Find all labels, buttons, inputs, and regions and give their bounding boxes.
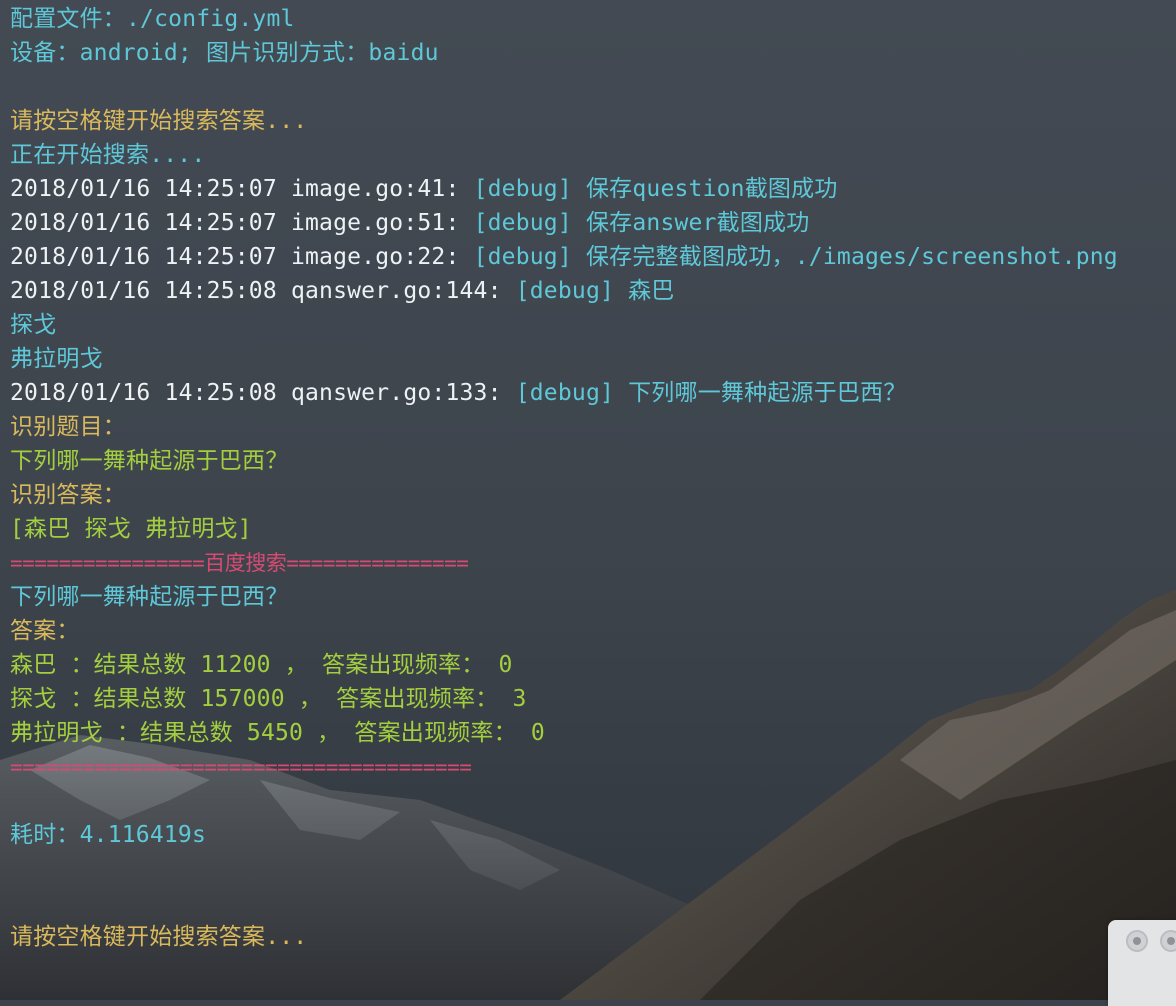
result-row: 森巴 ：结果总数 11200 ， 答案出现频率： 0	[10, 652, 513, 678]
log-line: 2018/01/16 14:25:08 qanswer.go:144: [deb…	[10, 274, 1170, 308]
log-tag: [debug]	[473, 210, 572, 236]
recognized-answers-label: 识别答案：	[10, 482, 126, 508]
footer-rule: ======================================	[10, 755, 472, 779]
log-message: 保存question截图成功	[571, 176, 838, 202]
result-row: 弗拉明戈 ：结果总数 5450 ， 答案出现频率： 0	[10, 720, 545, 746]
log-line: 2018/01/16 14:25:07 image.go:22: [debug]…	[10, 240, 1170, 274]
log-prefix: 2018/01/16 14:25:07 image.go:41:	[10, 176, 474, 202]
searching-line: 正在开始搜索....	[10, 142, 206, 168]
log-prefix: 2018/01/16 14:25:08 qanswer.go:133:	[10, 380, 516, 406]
log-tag: [debug]	[473, 244, 572, 270]
log-line: 2018/01/16 14:25:07 image.go:41: [debug]…	[10, 172, 1170, 206]
log-message: 下列哪一舞种起源于巴西？	[614, 380, 907, 406]
elapsed-time: 耗时：4.116419s	[10, 822, 207, 848]
prompt-line: 请按空格键开始搜索答案...	[10, 924, 308, 950]
device-line: 设备：android; 图片识别方式：baidu	[10, 40, 439, 66]
baidu-search-header: ================百度搜索===============	[10, 551, 469, 575]
option-line: 弗拉明戈	[10, 346, 103, 372]
recognized-answers: [森巴 探戈 弗拉明戈]	[10, 516, 252, 542]
log-message: 森巴	[614, 278, 675, 304]
log-tag: [debug]	[473, 176, 572, 202]
search-question: 下列哪一舞种起源于巴西？	[10, 584, 289, 610]
record-icon[interactable]	[1126, 930, 1148, 952]
stop-icon[interactable]	[1160, 930, 1176, 952]
recognized-question-label: 识别题目：	[10, 414, 126, 440]
log-line: 2018/01/16 14:25:07 image.go:51: [debug]…	[10, 206, 1170, 240]
option-line: 探戈	[10, 312, 57, 338]
window-controls-widget[interactable]	[1108, 920, 1176, 1006]
prompt-line: 请按空格键开始搜索答案...	[10, 108, 308, 134]
log-prefix: 2018/01/16 14:25:07 image.go:22:	[10, 244, 474, 270]
log-prefix: 2018/01/16 14:25:08 qanswer.go:144:	[10, 278, 516, 304]
log-prefix: 2018/01/16 14:25:07 image.go:51:	[10, 210, 474, 236]
log-message: 保存完整截图成功，./images/screenshot.png	[571, 244, 1118, 270]
log-tag: [debug]	[515, 380, 615, 406]
log-message: 保存answer截图成功	[571, 210, 810, 236]
result-row: 探戈 ：结果总数 157000 ， 答案出现频率： 3	[10, 686, 527, 712]
log-tag: [debug]	[515, 278, 615, 304]
answers-label: 答案：	[10, 618, 80, 644]
terminal-output: 配置文件：./config.yml 设备：android; 图片识别方式：bai…	[10, 2, 1170, 954]
recognized-question: 下列哪一舞种起源于巴西？	[10, 448, 289, 474]
config-line: 配置文件：./config.yml	[10, 6, 295, 32]
log-line-question: 2018/01/16 14:25:08 qanswer.go:133: [deb…	[10, 376, 1170, 410]
